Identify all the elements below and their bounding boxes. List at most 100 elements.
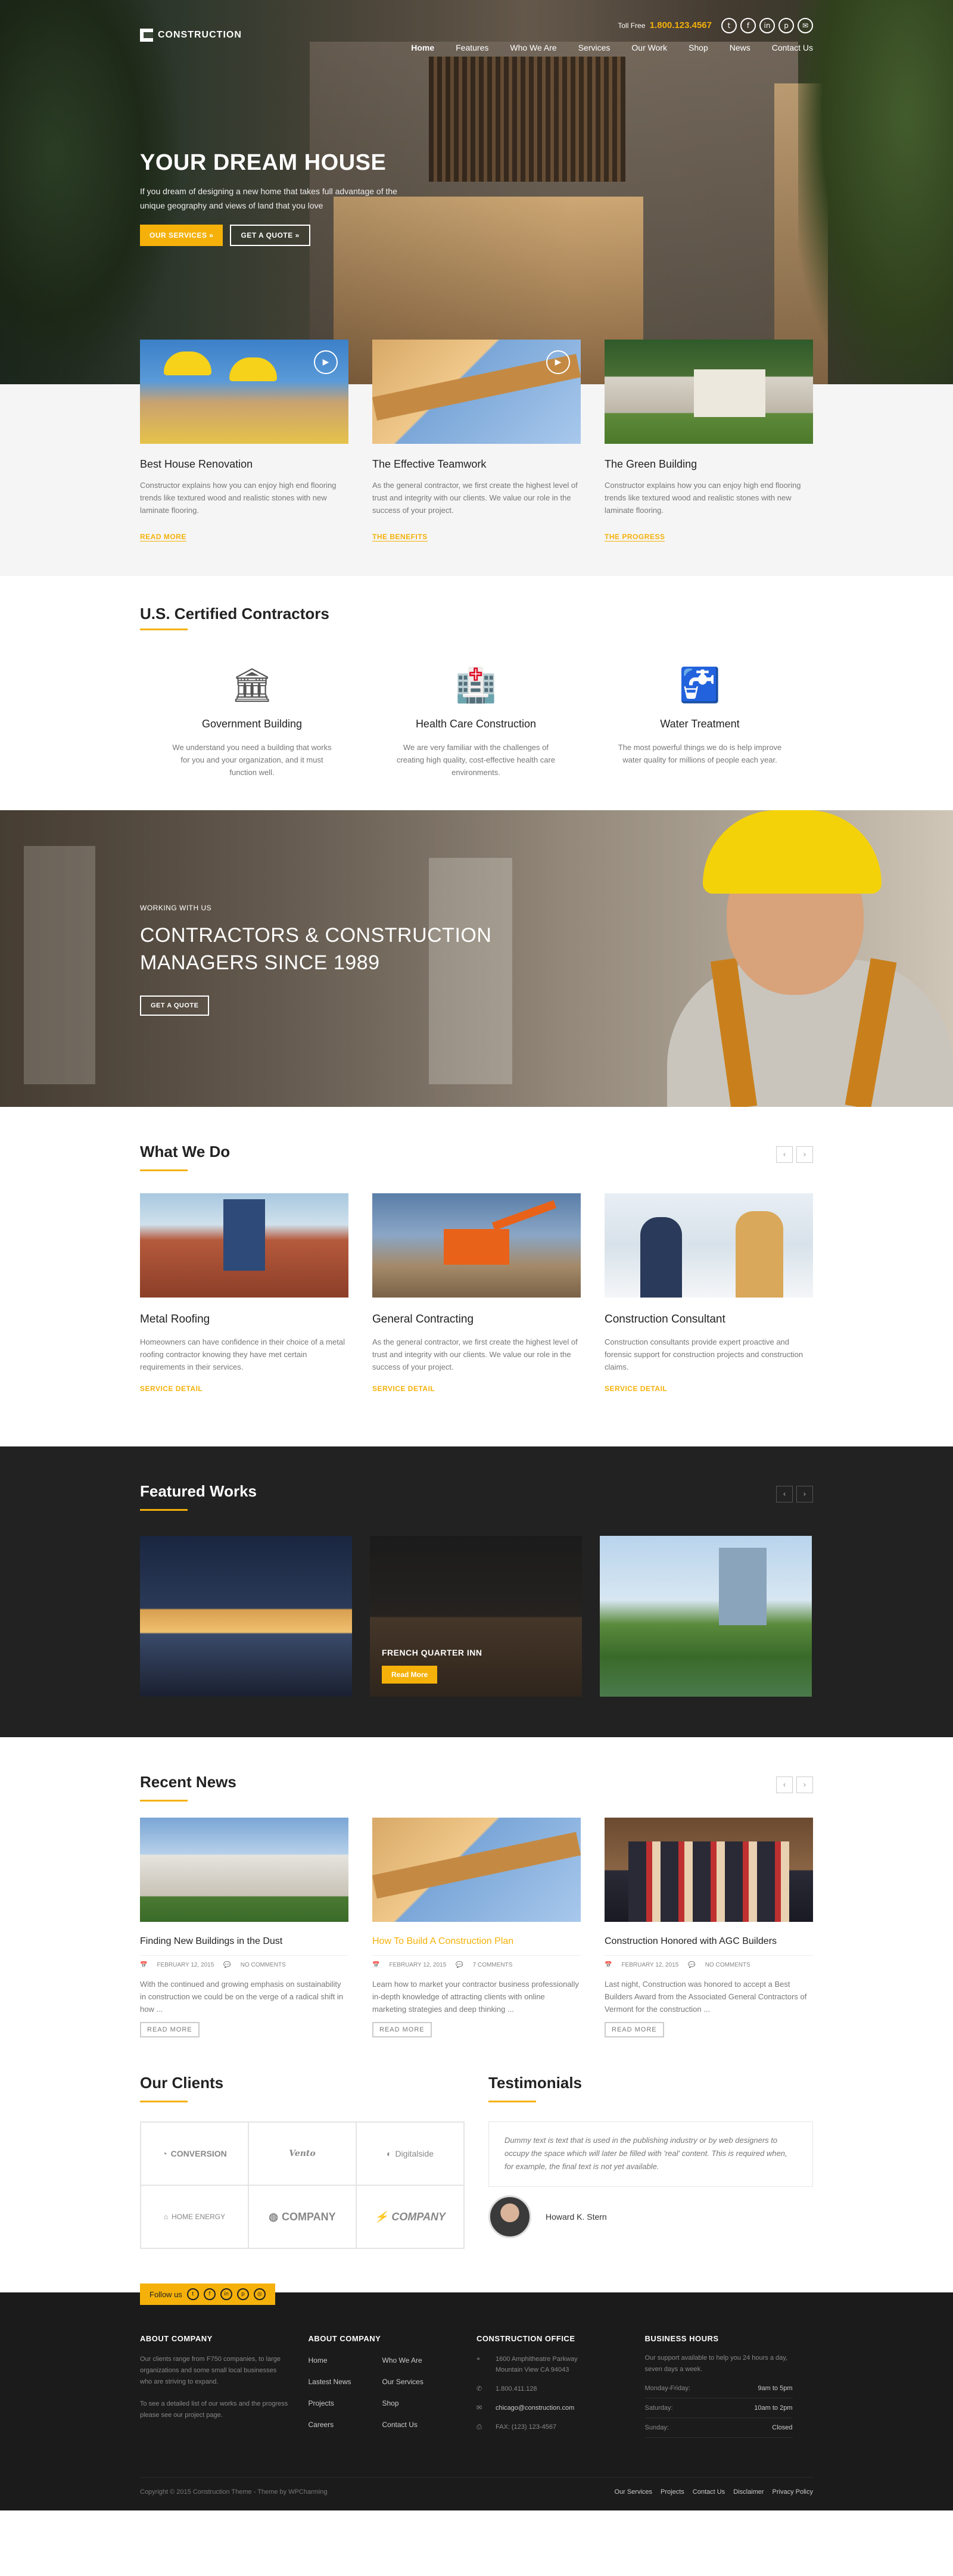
teamwork-image[interactable]: ▶ bbox=[372, 340, 581, 444]
client-logo[interactable]: Vento bbox=[248, 2122, 356, 2185]
footer-link[interactable]: Contact Us bbox=[382, 2421, 456, 2429]
bottom-link[interactable]: Disclaimer bbox=[733, 2488, 764, 2496]
feature-text: As the general contractor, we first crea… bbox=[372, 481, 578, 515]
banner-quote-button[interactable]: GET A QUOTE bbox=[140, 995, 210, 1016]
follow-us-bar: Follow us t f in p ◎ bbox=[140, 2283, 275, 2305]
cert-title: Government Building bbox=[201, 718, 303, 730]
twitter-icon[interactable]: t bbox=[721, 18, 737, 33]
instagram-icon[interactable]: ◎ bbox=[253, 2288, 266, 2300]
prev-arrow-icon[interactable]: ‹ bbox=[776, 1146, 793, 1163]
nav-who-we-are[interactable]: Who We Are bbox=[510, 43, 556, 52]
service-text: As the general contractor, we first crea… bbox=[372, 1337, 578, 1371]
facebook-icon[interactable]: f bbox=[203, 2288, 216, 2300]
nav-shop[interactable]: Shop bbox=[689, 43, 708, 52]
service-detail-link[interactable]: SERVICE DETAIL bbox=[372, 1385, 435, 1393]
feature-title: The Green Building bbox=[605, 458, 697, 470]
read-more-button[interactable]: READ MORE bbox=[372, 2022, 432, 2037]
nav-home[interactable]: Home bbox=[411, 43, 434, 52]
news-text: Learn how to market your contractor busi… bbox=[372, 1980, 579, 2014]
nav-contact-us[interactable]: Contact Us bbox=[772, 43, 813, 52]
next-arrow-icon[interactable]: › bbox=[796, 1777, 813, 1793]
logo[interactable]: CONSTRUCTION bbox=[140, 29, 242, 42]
company-logo-icon: ◍ bbox=[269, 2210, 279, 2223]
clients-testimonials-section: Our Clients ◔ CONVERSION Vento ◐ Digitalsi… bbox=[0, 2056, 953, 2292]
nav-features[interactable]: Features bbox=[456, 43, 488, 52]
featured-works-section: Featured Works ‹ › FRENCH QUARTER INN Re… bbox=[0, 1446, 953, 1737]
linkedin-icon[interactable]: in bbox=[759, 18, 775, 33]
news-image[interactable] bbox=[140, 1818, 348, 1922]
news-image[interactable] bbox=[605, 1818, 813, 1922]
facebook-icon[interactable]: f bbox=[740, 18, 756, 33]
footer-link[interactable]: Our Services bbox=[382, 2378, 456, 2386]
news-title[interactable]: Construction Honored with AGC Builders bbox=[605, 1936, 813, 1947]
footer-link[interactable]: Lastest News bbox=[309, 2378, 382, 2386]
prev-arrow-icon[interactable]: ‹ bbox=[776, 1777, 793, 1793]
excavator-image[interactable] bbox=[372, 1193, 581, 1298]
section-title: Our Clients bbox=[140, 2074, 224, 2092]
consultant-image[interactable] bbox=[605, 1193, 813, 1298]
client-logo[interactable]: ⚡ COMPANY bbox=[356, 2185, 464, 2248]
play-icon[interactable]: ▶ bbox=[546, 350, 570, 374]
service-detail-link[interactable]: SERVICE DETAIL bbox=[140, 1385, 203, 1393]
comment-icon: 💬 bbox=[456, 1962, 463, 1968]
footer-about: ABOUT COMPANY Our clients range from F75… bbox=[140, 2334, 288, 2419]
cert-title: Health Care Construction bbox=[415, 718, 537, 730]
feature-title: Best House Renovation bbox=[140, 458, 253, 470]
title-underline bbox=[140, 2101, 188, 2102]
read-more-button[interactable]: Read More bbox=[382, 1666, 438, 1684]
copyright-bar: Copyright © 2015 Construction Theme - Th… bbox=[140, 2477, 813, 2496]
get-quote-button[interactable]: GET A QUOTE » bbox=[230, 225, 310, 246]
work-item[interactable] bbox=[600, 1536, 812, 1697]
calendar-icon: 📅 bbox=[140, 1962, 148, 1968]
prev-arrow-icon[interactable]: ‹ bbox=[776, 1486, 793, 1502]
hero-content: YOUR DREAM HOUSE If you dream of designi… bbox=[140, 150, 420, 246]
bottom-link[interactable]: Contact Us bbox=[693, 2488, 725, 2496]
progress-link[interactable]: THE PROGRESS bbox=[605, 533, 665, 542]
nav-news[interactable]: News bbox=[730, 43, 750, 52]
client-logo[interactable]: ◍ COMPANY bbox=[248, 2185, 356, 2248]
certified-section: U.S. Certified Contractors 🏛 Government … bbox=[0, 576, 953, 810]
nav-our-work[interactable]: Our Work bbox=[631, 43, 667, 52]
read-more-button[interactable]: READ MORE bbox=[605, 2022, 664, 2037]
benefits-link[interactable]: THE BENEFITS bbox=[372, 533, 428, 542]
pinterest-icon[interactable]: p bbox=[236, 2288, 249, 2300]
phone-number[interactable]: 1.800.123.4567 bbox=[650, 20, 712, 30]
read-more-link[interactable]: READ MORE bbox=[140, 533, 186, 542]
news-image[interactable] bbox=[372, 1818, 581, 1922]
news-title[interactable]: How To Build A Construction Plan bbox=[372, 1936, 581, 1947]
roofing-image[interactable] bbox=[140, 1193, 348, 1298]
client-logo[interactable]: ◐ Digitalside bbox=[356, 2122, 464, 2185]
workers-image[interactable]: ▶ bbox=[140, 340, 348, 444]
next-arrow-icon[interactable]: › bbox=[796, 1486, 813, 1502]
bottom-link[interactable]: Our Services bbox=[614, 2488, 652, 2496]
client-logo[interactable]: ⌂ HOME ENERGY bbox=[141, 2185, 248, 2248]
play-icon[interactable]: ▶ bbox=[314, 350, 338, 374]
title-underline bbox=[140, 1800, 188, 1802]
fax-icon: ⎙ bbox=[476, 2423, 482, 2431]
linkedin-icon[interactable]: in bbox=[220, 2288, 232, 2300]
footer-link[interactable]: Careers bbox=[309, 2421, 382, 2429]
twitter-icon[interactable]: t bbox=[186, 2288, 199, 2300]
pinterest-icon[interactable]: p bbox=[778, 18, 794, 33]
client-logo[interactable]: ◔ CONVERSION bbox=[141, 2122, 248, 2185]
email-icon[interactable]: ✉ bbox=[798, 18, 813, 33]
service-detail-link[interactable]: SERVICE DETAIL bbox=[605, 1385, 667, 1393]
title-underline bbox=[140, 629, 188, 630]
next-arrow-icon[interactable]: › bbox=[796, 1146, 813, 1163]
read-more-button[interactable]: READ MORE bbox=[140, 2022, 200, 2037]
work-item[interactable] bbox=[140, 1536, 352, 1697]
green-building-image[interactable] bbox=[605, 340, 813, 444]
footer-link[interactable]: Who We Are bbox=[382, 2356, 456, 2365]
footer-link[interactable]: Home bbox=[309, 2356, 382, 2365]
news-title[interactable]: Finding New Buildings in the Dust bbox=[140, 1936, 348, 1947]
bottom-link[interactable]: Privacy Policy bbox=[773, 2488, 813, 2496]
footer-link[interactable]: Projects bbox=[309, 2399, 382, 2407]
cert-item: 🏛 Government Building We understand you … bbox=[140, 665, 364, 779]
bottom-link[interactable]: Projects bbox=[661, 2488, 684, 2496]
news-text: Last night, Construction was honored to … bbox=[605, 1980, 807, 2014]
work-item[interactable]: FRENCH QUARTER INN Read More bbox=[370, 1536, 582, 1697]
footer: Follow us t f in p ◎ ABOUT COMPANY Our c… bbox=[0, 2283, 953, 2510]
footer-link[interactable]: Shop bbox=[382, 2399, 456, 2407]
our-services-button[interactable]: OUR SERVICES » bbox=[140, 225, 223, 246]
nav-services[interactable]: Services bbox=[578, 43, 611, 52]
